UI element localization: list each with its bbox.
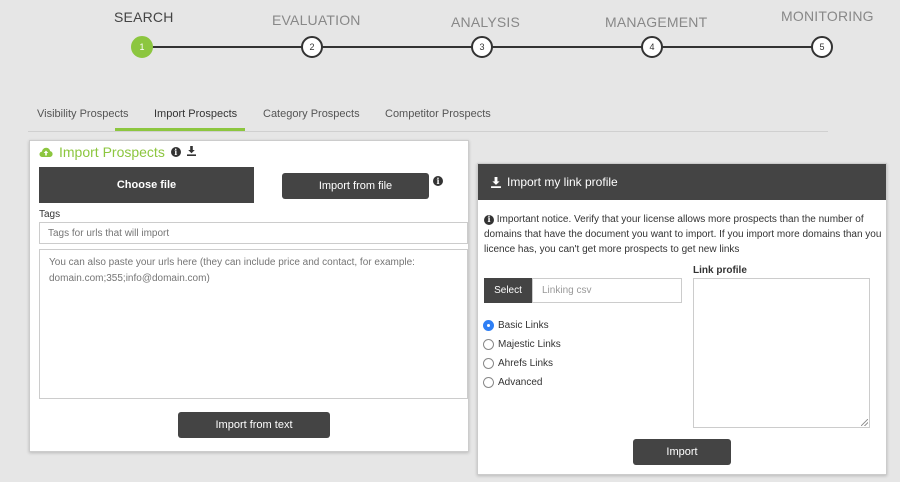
step-connector <box>322 46 472 48</box>
select-file-button[interactable]: Select <box>484 278 532 303</box>
notice-text: Important notice. Verify that your licen… <box>484 214 882 255</box>
import-button[interactable]: Import <box>633 439 731 465</box>
info-icon: i <box>484 214 494 225</box>
import-from-text-button[interactable]: Import from text <box>178 412 330 438</box>
tab-category-prospects[interactable]: Category Prospects <box>263 108 360 120</box>
import-link-profile-panel: Import my link profile i Important notic… <box>477 163 887 475</box>
step-label-analysis[interactable]: ANALYSIS <box>451 14 520 30</box>
step-label-evaluation[interactable]: EVALUATION <box>272 12 361 28</box>
step-circle-5[interactable]: 5 <box>811 36 833 58</box>
radio-label: Ahrefs Links <box>498 358 554 369</box>
radio-label: Basic Links <box>498 320 549 331</box>
step-circle-2[interactable]: 2 <box>301 36 323 58</box>
linking-csv-field[interactable]: Linking csv <box>532 278 682 303</box>
step-connector <box>492 46 642 48</box>
radio-ahrefs-links[interactable]: Ahrefs Links <box>483 358 553 369</box>
urls-textarea[interactable] <box>39 249 468 399</box>
step-circle-4[interactable]: 4 <box>641 36 663 58</box>
step-connector <box>662 46 812 48</box>
download-icon <box>491 176 501 188</box>
tab-import-prospects[interactable]: Import Prospects <box>154 108 237 120</box>
panel-header: Import my link profile <box>478 164 886 200</box>
resize-handle[interactable] <box>861 419 868 426</box>
tab-competitor-prospects[interactable]: Competitor Prospects <box>385 108 491 120</box>
tab-visibility-prospects[interactable]: Visibility Prospects <box>37 108 129 120</box>
download-icon[interactable] <box>186 145 196 159</box>
step-label-monitoring[interactable]: MONITORING <box>781 8 874 24</box>
step-connector <box>152 46 302 48</box>
choose-file-button[interactable]: Choose file <box>39 167 254 203</box>
step-label-search[interactable]: SEARCH <box>114 9 174 25</box>
radio-button[interactable] <box>483 377 494 388</box>
info-icon[interactable]: i <box>170 147 181 157</box>
link-profile-textarea[interactable] <box>693 278 870 428</box>
info-icon[interactable]: i <box>433 176 443 186</box>
radio-label: Majestic Links <box>498 339 561 350</box>
tags-input[interactable] <box>39 222 468 244</box>
cloud-upload-icon <box>39 147 53 157</box>
tags-label: Tags <box>39 209 61 220</box>
radio-label: Advanced <box>498 377 543 388</box>
panel-header-title: Import my link profile <box>507 175 618 189</box>
panel-title: Import Prospects i <box>39 144 196 160</box>
import-from-file-button[interactable]: Import from file <box>282 173 429 199</box>
import-prospects-panel: Import Prospects i Choose file Import fr… <box>29 140 469 452</box>
radio-button[interactable] <box>483 320 494 331</box>
important-notice: i Important notice. Verify that your lic… <box>484 212 882 257</box>
link-profile-label: Link profile <box>693 265 747 276</box>
progress-stepper: SEARCH EVALUATION ANALYSIS MANAGEMENT MO… <box>0 0 900 90</box>
step-circle-3[interactable]: 3 <box>471 36 493 58</box>
radio-majestic-links[interactable]: Majestic Links <box>483 339 561 350</box>
step-circle-1[interactable]: 1 <box>131 36 153 58</box>
radio-advanced[interactable]: Advanced <box>483 377 542 388</box>
active-tab-indicator <box>115 128 245 131</box>
radio-basic-links[interactable]: Basic Links <box>483 320 549 331</box>
radio-button[interactable] <box>483 339 494 350</box>
step-label-management[interactable]: MANAGEMENT <box>605 14 707 30</box>
radio-button[interactable] <box>483 358 494 369</box>
panel-title-text: Import Prospects <box>59 144 165 160</box>
